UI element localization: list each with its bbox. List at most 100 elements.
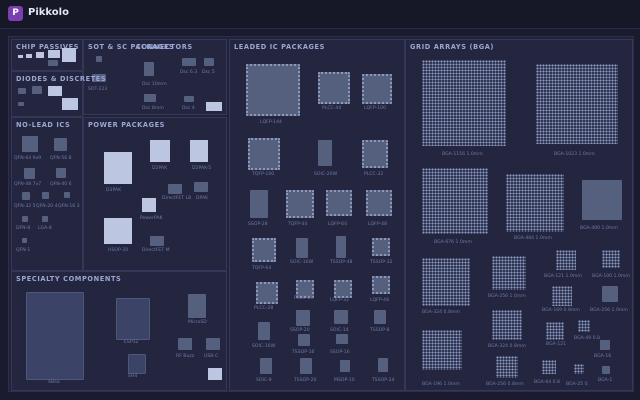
tssop-32[interactable] bbox=[372, 238, 390, 256]
bga-49[interactable] bbox=[578, 320, 590, 332]
qfn-48[interactable] bbox=[24, 168, 35, 179]
msop-10[interactable] bbox=[340, 360, 350, 372]
resistor-0805[interactable] bbox=[36, 52, 44, 58]
bga-324-08[interactable] bbox=[492, 310, 522, 340]
powerpak[interactable] bbox=[142, 198, 156, 212]
ssop-20[interactable] bbox=[296, 310, 310, 326]
tssop-24[interactable] bbox=[378, 358, 388, 372]
bga-256-1mm[interactable] bbox=[602, 286, 618, 302]
resistor-1206[interactable] bbox=[48, 50, 60, 58]
soic-20w[interactable] bbox=[318, 140, 332, 166]
panel-specialty: SPECIALTY COMPONENTS SBea ESP32 SH4 Micr… bbox=[11, 271, 227, 391]
connector-dsc-8[interactable] bbox=[144, 94, 156, 102]
bga-1156[interactable] bbox=[422, 60, 506, 146]
bga-324[interactable] bbox=[422, 258, 470, 306]
qfn-small[interactable] bbox=[22, 238, 27, 243]
tssop-48[interactable] bbox=[336, 236, 346, 258]
panel-title: SPECIALTY COMPONENTS bbox=[16, 275, 122, 283]
component-canvas[interactable]: CHIP PASSIVES SOT & SC PACKAGES CONNECTO… bbox=[8, 36, 634, 392]
tqfp-44[interactable] bbox=[286, 190, 314, 218]
resistor-0603[interactable] bbox=[26, 54, 32, 58]
d2pak[interactable] bbox=[150, 140, 170, 162]
soic-8[interactable] bbox=[260, 358, 272, 374]
bga-676[interactable] bbox=[422, 168, 488, 234]
bga-64[interactable] bbox=[542, 360, 556, 374]
bga-16[interactable] bbox=[600, 340, 610, 350]
sbea-module[interactable] bbox=[26, 292, 84, 380]
resistor-2512[interactable] bbox=[62, 48, 76, 62]
capacitor-1210[interactable] bbox=[48, 60, 58, 66]
lqfp-100[interactable] bbox=[362, 74, 392, 104]
resistor-0402[interactable] bbox=[18, 55, 23, 58]
dfn-8[interactable] bbox=[22, 216, 28, 222]
qfn-56[interactable] bbox=[54, 138, 67, 151]
connector-dsc-4[interactable] bbox=[184, 96, 194, 102]
panel-no-lead: NO-LEAD ICS QFN-64 9x9 QFN-56 8 QFN-48 7… bbox=[11, 117, 83, 271]
hsop-20[interactable] bbox=[104, 218, 132, 244]
diode-sod-123[interactable] bbox=[18, 88, 26, 94]
d3pak[interactable] bbox=[104, 152, 132, 184]
tssop-20[interactable] bbox=[300, 358, 312, 374]
lqfp-144[interactable] bbox=[246, 64, 300, 116]
bga-1023[interactable] bbox=[536, 64, 618, 144]
directfet-l8[interactable] bbox=[168, 184, 182, 194]
label: TSSOP-8 bbox=[370, 328, 390, 333]
bga-121-b[interactable] bbox=[546, 322, 564, 340]
bga-169[interactable] bbox=[552, 286, 572, 306]
plcc-32[interactable] bbox=[362, 140, 388, 168]
qfn-20[interactable] bbox=[42, 192, 49, 199]
diode-smc[interactable] bbox=[62, 98, 78, 110]
label: USB-C bbox=[204, 354, 219, 359]
dpak[interactable] bbox=[194, 182, 208, 192]
lqfp-64[interactable] bbox=[326, 190, 352, 216]
lqfp-48-small[interactable] bbox=[372, 276, 390, 294]
soic-16w-2[interactable] bbox=[258, 322, 270, 340]
qfn-40[interactable] bbox=[56, 168, 66, 178]
esp32-module[interactable] bbox=[116, 298, 150, 340]
soic-16w[interactable] bbox=[296, 238, 308, 258]
plcc-28[interactable] bbox=[256, 282, 278, 304]
tactile-switch[interactable] bbox=[208, 368, 222, 380]
connector-dsc-10[interactable] bbox=[144, 62, 154, 76]
diode-smb[interactable] bbox=[48, 86, 62, 96]
connector-header[interactable] bbox=[206, 102, 222, 111]
bga-121[interactable] bbox=[556, 250, 576, 270]
lqfp-32[interactable] bbox=[334, 280, 352, 298]
bga-100[interactable] bbox=[602, 250, 620, 268]
label: D2PAK bbox=[152, 166, 168, 171]
qfn-32[interactable] bbox=[22, 192, 30, 200]
lqfp-48[interactable] bbox=[366, 190, 392, 216]
sh4-module[interactable] bbox=[128, 354, 146, 374]
bga-256[interactable] bbox=[492, 256, 526, 290]
ssop-16[interactable] bbox=[336, 334, 348, 344]
panel-title: POWER PACKAGES bbox=[88, 121, 166, 129]
plcc-44[interactable] bbox=[318, 72, 350, 104]
bga-1[interactable] bbox=[602, 366, 610, 374]
sot-23[interactable] bbox=[96, 56, 102, 62]
tssop-16[interactable] bbox=[298, 334, 310, 346]
d2pak-5[interactable] bbox=[190, 140, 208, 162]
label: PLCC-32 bbox=[364, 172, 384, 177]
diode-sma[interactable] bbox=[32, 86, 42, 94]
connector-dsc-6[interactable] bbox=[182, 58, 196, 66]
usb-c-connector[interactable] bbox=[206, 338, 220, 350]
ssop-28[interactable] bbox=[250, 190, 268, 218]
bga-400[interactable] bbox=[582, 180, 622, 220]
tqfp-100[interactable] bbox=[248, 138, 280, 170]
tssop-8[interactable] bbox=[374, 310, 386, 324]
bga-484[interactable] bbox=[506, 174, 564, 232]
qfn-16[interactable] bbox=[64, 192, 70, 198]
tqfp-64[interactable] bbox=[252, 238, 276, 262]
directfet-m[interactable] bbox=[150, 236, 164, 246]
connector-dsc-5[interactable] bbox=[204, 58, 214, 66]
microsd-socket[interactable] bbox=[188, 294, 206, 318]
bga-196[interactable] bbox=[422, 330, 462, 370]
bga-25[interactable] bbox=[574, 364, 584, 374]
rf-buzzer[interactable] bbox=[178, 338, 192, 350]
label: Dsc 6.3 bbox=[180, 70, 198, 75]
lga-8[interactable] bbox=[42, 216, 48, 222]
bga-256-08[interactable] bbox=[496, 356, 518, 378]
diode-sod-323[interactable] bbox=[18, 102, 24, 106]
soic-14[interactable] bbox=[334, 310, 348, 324]
qfn-64[interactable] bbox=[22, 136, 38, 152]
